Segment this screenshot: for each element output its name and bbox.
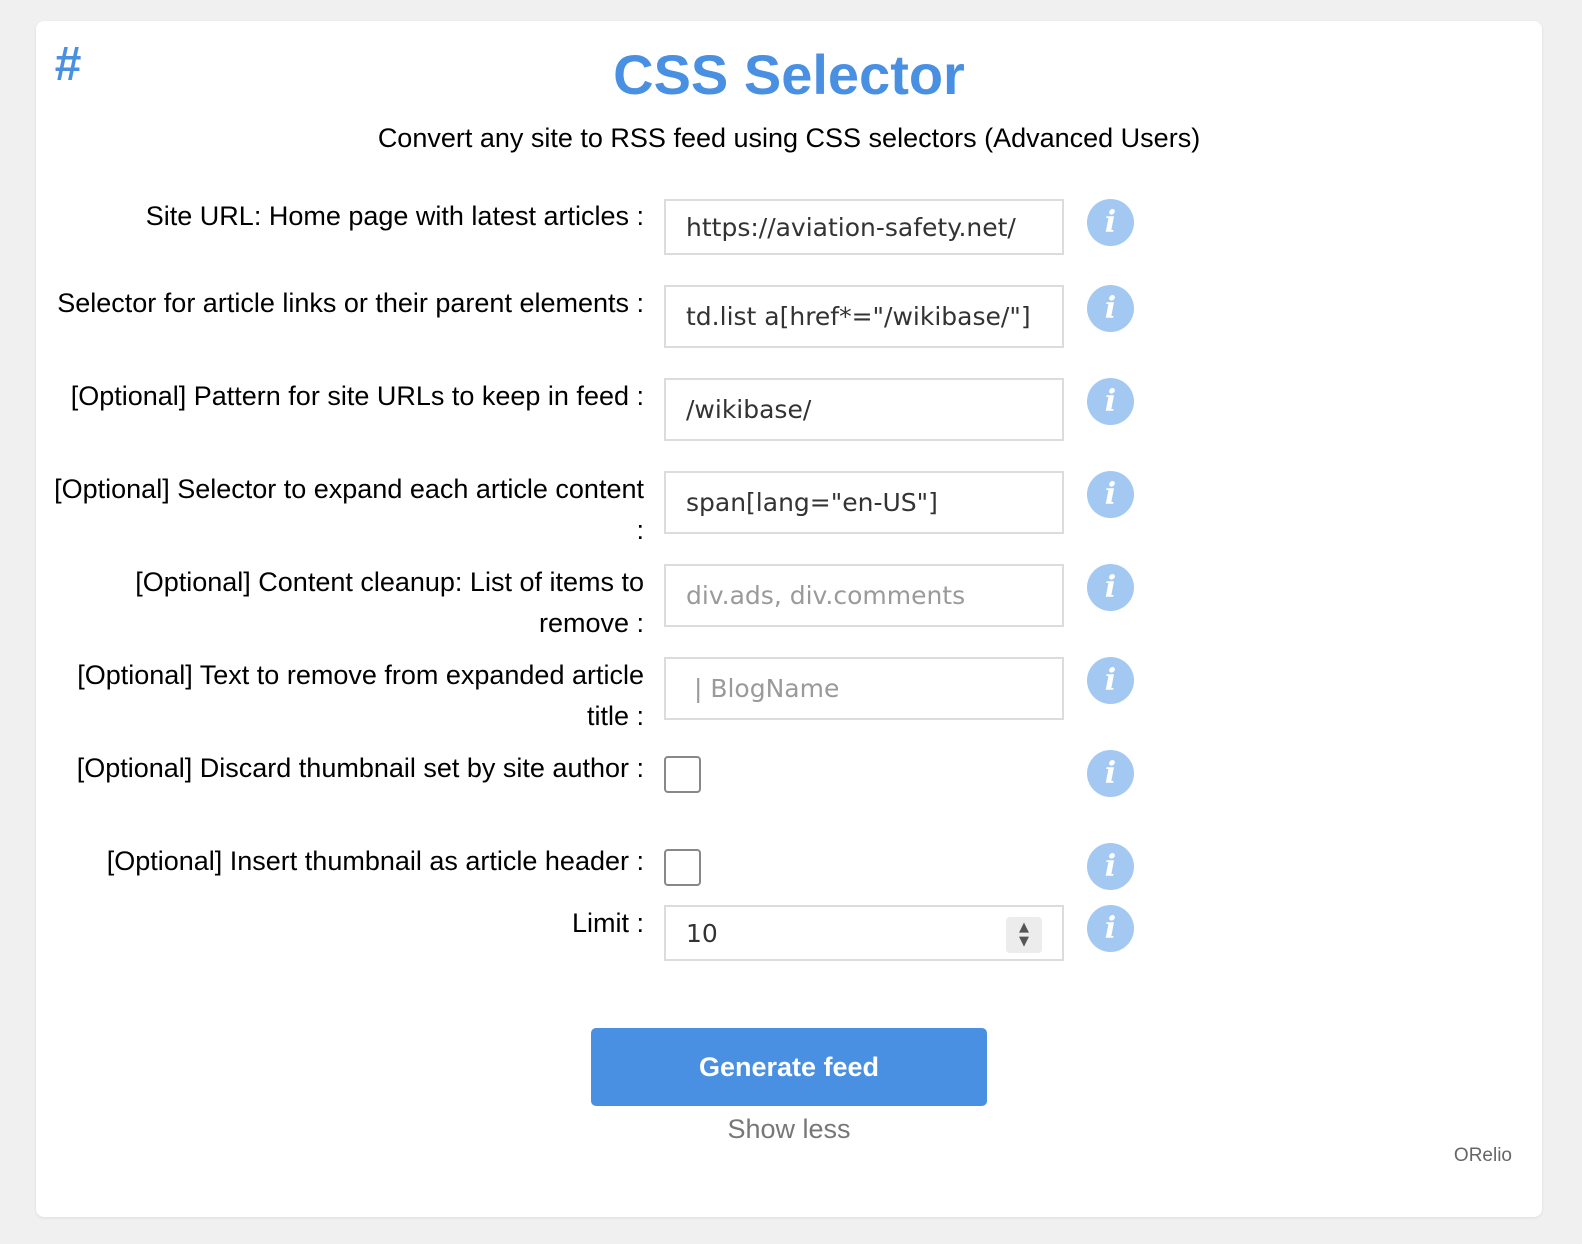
discard-thumbnail-label: [Optional] Discard thumbnail set by site… — [76, 753, 644, 783]
link-selector-label: Selector for article links or their pare… — [57, 288, 644, 318]
link-selector-input[interactable]: td.list a[href*="/wikibase/"] — [664, 285, 1064, 348]
cleanup-input[interactable]: div.ads, div.comments — [664, 564, 1064, 627]
discard-thumbnail-checkbox[interactable] — [664, 756, 701, 793]
cleanup-label: [Optional] Content cleanup: List of item… — [135, 567, 644, 638]
title-remove-label: [Optional] Text to remove from expanded … — [77, 660, 644, 731]
number-spinner[interactable]: ▲ ▼ — [1006, 917, 1042, 953]
expand-selector-label: [Optional] Selector to expand each artic… — [54, 474, 644, 545]
info-icon[interactable]: i — [1087, 843, 1134, 890]
info-icon[interactable]: i — [1087, 905, 1134, 952]
insert-thumbnail-label: [Optional] Insert thumbnail as article h… — [106, 846, 644, 876]
info-icon[interactable]: i — [1087, 378, 1134, 425]
limit-value: 10 — [686, 918, 718, 948]
limit-label: Limit : — [571, 908, 644, 938]
chevron-down-icon[interactable]: ▼ — [1019, 935, 1029, 949]
footer-credit[interactable]: ORelio — [1454, 1145, 1512, 1167]
info-icon[interactable]: i — [1087, 199, 1134, 246]
site-url-input[interactable]: https://aviation-safety.net/ — [664, 199, 1064, 255]
page-title: CSS Selector — [613, 43, 965, 106]
limit-input[interactable]: 10 ▲ ▼ — [664, 905, 1064, 961]
insert-thumbnail-checkbox[interactable] — [664, 849, 701, 886]
info-icon[interactable]: i — [1087, 471, 1134, 518]
url-pattern-input[interactable]: /wikibase/ — [664, 378, 1064, 441]
show-less-link[interactable]: Show less — [36, 1114, 1542, 1145]
info-icon[interactable]: i — [1087, 564, 1134, 611]
chevron-up-icon[interactable]: ▲ — [1019, 921, 1029, 935]
site-url-label: Site URL: Home page with latest articles… — [145, 201, 644, 231]
page-subtitle: Convert any site to RSS feed using CSS s… — [377, 123, 1201, 153]
generate-feed-button[interactable]: Generate feed — [591, 1028, 987, 1106]
info-icon[interactable]: i — [1087, 750, 1134, 797]
form-card: # CSS Selector Convert any site to RSS f… — [36, 21, 1542, 1217]
info-icon[interactable]: i — [1087, 285, 1134, 332]
expand-selector-input[interactable]: span[lang="en-US"] — [664, 471, 1064, 534]
title-remove-input[interactable]: | BlogName — [664, 657, 1064, 720]
url-pattern-label: [Optional] Pattern for site URLs to keep… — [70, 381, 644, 411]
info-icon[interactable]: i — [1087, 657, 1134, 704]
